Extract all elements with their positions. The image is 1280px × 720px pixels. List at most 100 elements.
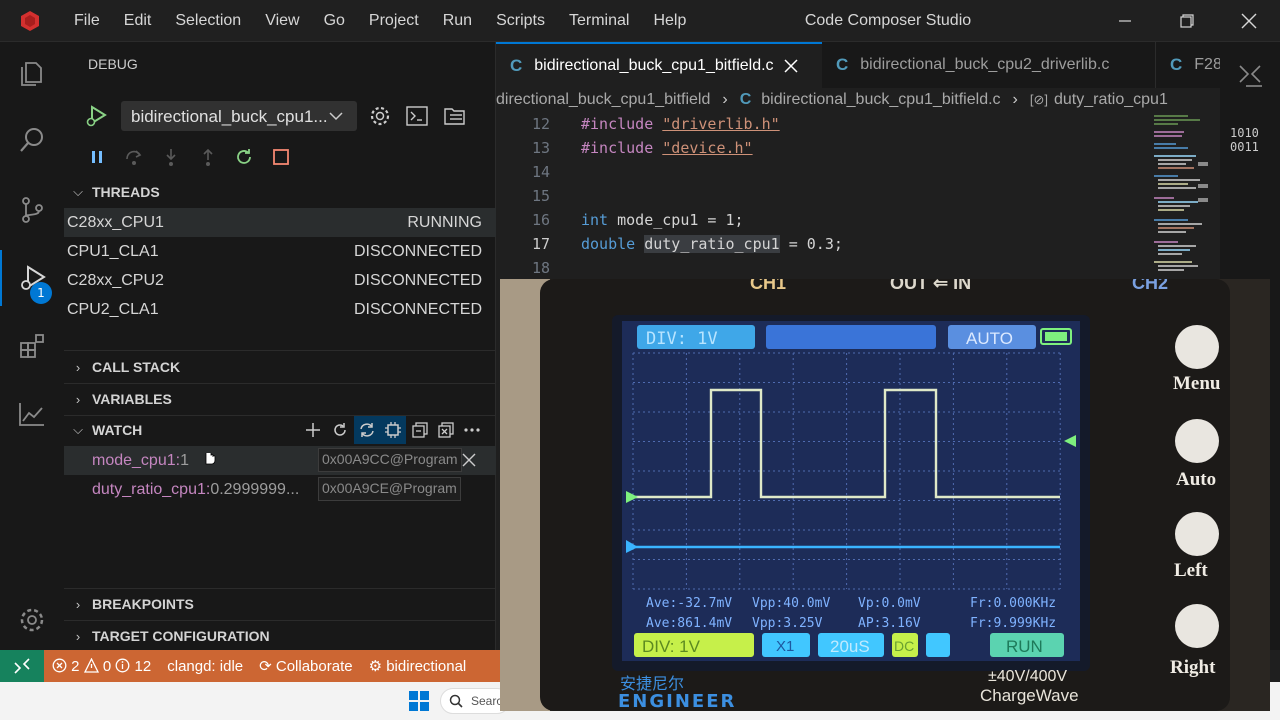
open-folder-icon[interactable] (444, 106, 466, 126)
explorer-button[interactable] (0, 46, 64, 102)
code-line[interactable]: 18 (496, 256, 1146, 280)
code-line[interactable]: 15 (496, 184, 1146, 208)
tab-cpu1-bitfield[interactable]: Cbidirectional_buck_cpu1_bitfield.c (496, 42, 822, 88)
search-button[interactable] (0, 112, 64, 168)
menu-view[interactable]: View (253, 0, 311, 42)
variables-section-header[interactable]: › VARIABLES (64, 384, 496, 414)
debug-session-item[interactable]: ⚙ bidirectional (361, 657, 475, 675)
close-window-button[interactable] (1218, 0, 1280, 42)
clangd-status[interactable]: clangd: idle (159, 658, 251, 675)
call-stack-section-header[interactable]: › CALL STACK (64, 352, 496, 382)
watch-expression-name: duty_ratio_cpu1: (92, 480, 211, 498)
menu-button-label: Menu (1173, 373, 1221, 394)
bottom-div-text: DIV: 1V (642, 637, 701, 656)
code-line[interactable]: 17 double duty_ratio_cpu1 = 0.3; (496, 232, 1146, 256)
tab-cpu2-driverlib[interactable]: Cbidirectional_buck_cpu2_driverlib.c (822, 42, 1156, 88)
chevron-right-icon: › (75, 391, 81, 407)
add-expression-icon[interactable] (304, 421, 322, 439)
source-control-button[interactable] (0, 182, 64, 238)
threads-section-header[interactable]: ⌵ THREADS (64, 177, 496, 207)
step-out-icon[interactable] (198, 147, 218, 167)
thread-row[interactable]: C28xx_CPU2 DISCONNECTED (64, 266, 496, 295)
code-string[interactable]: "driverlib.h" (662, 115, 779, 133)
watch-row[interactable]: mode_cpu1: 1 0x00A9CC@Program (64, 446, 496, 475)
start-debug-icon[interactable] (84, 104, 108, 128)
breadcrumb-separator-icon: › (1012, 91, 1018, 108)
ch2-label: CH2 (1132, 279, 1168, 293)
gear-icon[interactable] (368, 104, 392, 128)
source-control-icon (22, 197, 43, 223)
watch-expression-value: 1 (180, 451, 189, 469)
collapse-all-icon[interactable] (411, 421, 429, 439)
code-keyword: int (581, 211, 609, 229)
menu-help[interactable]: Help (641, 0, 698, 42)
menu-project[interactable]: Project (357, 0, 431, 42)
thread-row[interactable]: CPU2_CLA1 DISCONNECTED (64, 295, 496, 324)
problems-indicator[interactable]: 2 0 12 (44, 657, 159, 675)
refresh-icon[interactable] (331, 421, 349, 439)
chart-button[interactable] (0, 386, 64, 442)
stat-fr1: Fr:0.000KHz (970, 596, 1056, 611)
windows-start-icon[interactable] (408, 690, 430, 712)
settings-button[interactable] (0, 592, 64, 648)
more-actions-icon[interactable] (462, 421, 482, 439)
menu-go[interactable]: Go (312, 0, 357, 42)
code-string[interactable]: "device.h" (662, 139, 752, 157)
breadcrumb-symbol[interactable]: duty_ratio_cpu1 (1054, 91, 1168, 109)
thread-row[interactable]: CPU1_CLA1 DISCONNECTED (64, 237, 496, 266)
launch-config-select[interactable]: bidirectional_buck_cpu1... (121, 101, 357, 131)
thread-status: DISCONNECTED (353, 271, 482, 289)
chip-icon[interactable] (384, 421, 402, 439)
continuous-refresh-icon[interactable] (358, 421, 376, 439)
watch-expression-name: mode_cpu1: (92, 451, 181, 469)
breakpoints-section-header[interactable]: › BREAKPOINTS (64, 589, 496, 619)
minimap[interactable] (1148, 112, 1218, 280)
right-button-label: Right (1170, 657, 1216, 678)
step-over-icon[interactable] (124, 147, 144, 167)
remote-icon (14, 658, 30, 674)
x1-text: X1 (776, 638, 794, 655)
restore-button[interactable] (1156, 0, 1218, 42)
menu-edit[interactable]: Edit (112, 0, 164, 42)
code-line[interactable]: 12 #include "driverlib.h" (496, 112, 1146, 136)
terminal-icon[interactable] (406, 106, 428, 126)
target-config-section-header[interactable]: › TARGET CONFIGURATION (64, 621, 496, 651)
restart-icon[interactable] (234, 147, 254, 167)
watch-row[interactable]: duty_ratio_cpu1: 0.2999999... 0x00A9CE@Pr… (64, 475, 496, 504)
code-line[interactable]: 14 (496, 160, 1146, 184)
code-text: = 0.3; (779, 235, 843, 253)
launch-config-label: bidirectional_buck_cpu1... (131, 107, 328, 126)
binary-view-icon[interactable]: 1010 0011 (1230, 126, 1259, 154)
collaborate-button[interactable]: ⟳ Collaborate (251, 657, 360, 675)
code-line[interactable]: 16 int mode_cpu1 = 1; (496, 208, 1146, 232)
debug-sidebar: DEBUG bidirectional_buck_cpu1... ⌵ THREAD… (64, 42, 496, 650)
tab-f28[interactable]: C F28 (1156, 42, 1220, 88)
remove-expression-icon[interactable] (462, 453, 476, 467)
thread-name: C28xx_CPU2 (67, 271, 164, 289)
close-tab-icon[interactable] (784, 59, 798, 73)
restore-icon (1180, 14, 1194, 28)
thread-row[interactable]: C28xx_CPU1 RUNNING (64, 208, 496, 237)
remove-all-icon[interactable] (437, 421, 455, 439)
menu-run[interactable]: Run (431, 0, 484, 42)
step-into-icon[interactable] (161, 147, 181, 167)
extensions-button[interactable] (0, 318, 64, 374)
menu-file[interactable]: File (62, 0, 112, 42)
pause-icon[interactable] (90, 149, 104, 165)
breadcrumb-file[interactable]: bidirectional_buck_cpu1_bitfield.c (761, 91, 1000, 109)
stop-icon[interactable] (272, 148, 290, 166)
breadcrumb-folder[interactable]: directional_buck_cpu1_bitfield (496, 91, 710, 109)
code-line[interactable]: 13 #include "device.h" (496, 136, 1146, 160)
div-indicator-text: DIV: 1V (646, 329, 718, 349)
menu-scripts[interactable]: Scripts (484, 0, 557, 42)
app-logo-icon (21, 11, 39, 31)
watch-section-header[interactable]: ⌵ WATCH (64, 415, 496, 445)
minimize-button[interactable] (1094, 0, 1156, 42)
code-keyword: double (581, 235, 636, 253)
compare-icon[interactable] (1236, 62, 1264, 88)
menu-selection[interactable]: Selection (163, 0, 253, 42)
menu-terminal[interactable]: Terminal (557, 0, 641, 42)
remote-button[interactable] (0, 650, 44, 682)
watch-address[interactable]: 0x00A9CC@Program (318, 448, 462, 472)
watch-address[interactable]: 0x00A9CE@Program (318, 477, 461, 501)
